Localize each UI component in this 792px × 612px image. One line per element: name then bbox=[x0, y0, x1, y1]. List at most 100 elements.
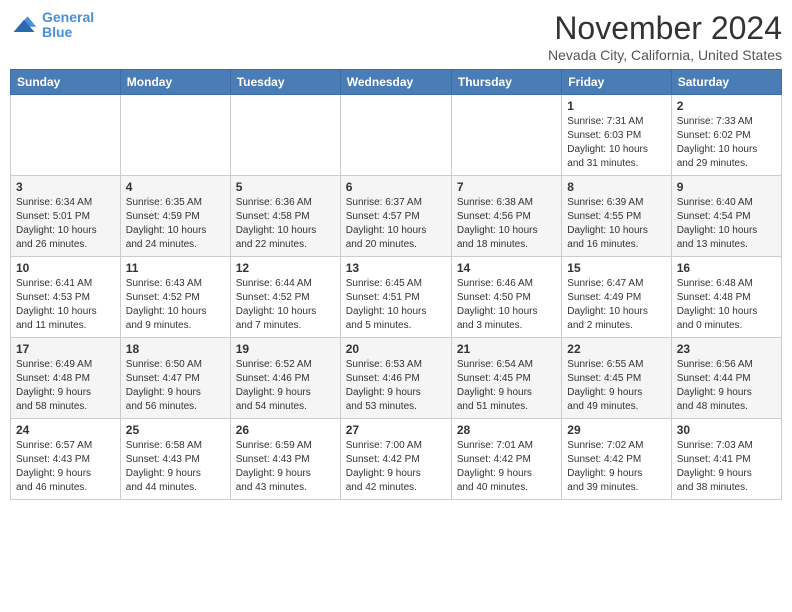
weekday-thursday: Thursday bbox=[451, 70, 561, 95]
calendar-cell bbox=[451, 95, 561, 176]
calendar-cell bbox=[230, 95, 340, 176]
cell-info: Sunrise: 6:46 AMSunset: 4:50 PMDaylight:… bbox=[457, 277, 556, 333]
cell-info: Sunrise: 6:50 AMSunset: 4:47 PMDaylight:… bbox=[126, 358, 225, 414]
day-number: 8 bbox=[567, 180, 665, 194]
cell-info: Sunrise: 6:36 AMSunset: 4:58 PMDaylight:… bbox=[236, 196, 335, 252]
logo: General Blue bbox=[10, 10, 94, 41]
calendar-cell: 25 Sunrise: 6:58 AMSunset: 4:43 PMDayligh… bbox=[120, 419, 230, 500]
day-number: 9 bbox=[677, 180, 776, 194]
cell-info: Sunrise: 7:33 AMSunset: 6:02 PMDaylight:… bbox=[677, 115, 776, 171]
day-number: 14 bbox=[457, 261, 556, 275]
day-number: 18 bbox=[126, 342, 225, 356]
calendar-cell: 29Sunrise: 7:02 AMSunset: 4:42 PMDayligh… bbox=[562, 419, 671, 500]
day-number: 25 bbox=[126, 423, 225, 437]
cell-info: Sunrise: 7:01 AMSunset: 4:42 PMDaylight:… bbox=[457, 439, 556, 495]
calendar-cell: 7 Sunrise: 6:38 AMSunset: 4:56 PMDaylight… bbox=[451, 176, 561, 257]
calendar-cell: 24Sunrise: 6:57 AMSunset: 4:43 PMDayligh… bbox=[11, 419, 121, 500]
week-row-1: 1Sunrise: 7:31 AMSunset: 6:03 PMDaylight… bbox=[11, 95, 782, 176]
day-number: 11 bbox=[126, 261, 225, 275]
cell-info: Sunrise: 6:55 AMSunset: 4:45 PMDaylight:… bbox=[567, 358, 665, 414]
cell-info: Sunrise: 6:56 AMSunset: 4:44 PMDaylight:… bbox=[677, 358, 776, 414]
day-number: 26 bbox=[236, 423, 335, 437]
logo-text: General Blue bbox=[42, 10, 94, 41]
calendar-cell: 4 Sunrise: 6:35 AMSunset: 4:59 PMDaylight… bbox=[120, 176, 230, 257]
calendar-cell: 5Sunrise: 6:36 AMSunset: 4:58 PMDaylight… bbox=[230, 176, 340, 257]
cell-info: Sunrise: 6:41 AMSunset: 4:53 PMDaylight:… bbox=[16, 277, 115, 333]
day-number: 27 bbox=[346, 423, 446, 437]
cell-info: Sunrise: 6:44 AMSunset: 4:52 PMDaylight:… bbox=[236, 277, 335, 333]
week-row-2: 3Sunrise: 6:34 AMSunset: 5:01 PMDaylight… bbox=[11, 176, 782, 257]
cell-info: Sunrise: 6:58 AMSunset: 4:43 PMDaylight:… bbox=[126, 439, 225, 495]
calendar-cell: 14 Sunrise: 6:46 AMSunset: 4:50 PMDayligh… bbox=[451, 257, 561, 338]
day-number: 22 bbox=[567, 342, 665, 356]
calendar-cell: 23Sunrise: 6:56 AMSunset: 4:44 PMDayligh… bbox=[671, 338, 781, 419]
weekday-wednesday: Wednesday bbox=[340, 70, 451, 95]
calendar-cell: 11 Sunrise: 6:43 AMSunset: 4:52 PMDayligh… bbox=[120, 257, 230, 338]
title-block: November 2024 Nevada City, California, U… bbox=[548, 10, 782, 63]
calendar-cell: 28 Sunrise: 7:01 AMSunset: 4:42 PMDayligh… bbox=[451, 419, 561, 500]
calendar-cell: 22 Sunrise: 6:55 AMSunset: 4:45 PMDayligh… bbox=[562, 338, 671, 419]
logo-line1: General bbox=[42, 9, 94, 25]
day-number: 6 bbox=[346, 180, 446, 194]
calendar-cell: 2 Sunrise: 7:33 AMSunset: 6:02 PMDaylight… bbox=[671, 95, 781, 176]
day-number: 28 bbox=[457, 423, 556, 437]
cell-info: Sunrise: 7:03 AMSunset: 4:41 PMDaylight:… bbox=[677, 439, 776, 495]
day-number: 16 bbox=[677, 261, 776, 275]
day-number: 4 bbox=[126, 180, 225, 194]
weekday-monday: Monday bbox=[120, 70, 230, 95]
cell-info: Sunrise: 6:43 AMSunset: 4:52 PMDaylight:… bbox=[126, 277, 225, 333]
calendar-cell: 18 Sunrise: 6:50 AMSunset: 4:47 PMDayligh… bbox=[120, 338, 230, 419]
day-number: 21 bbox=[457, 342, 556, 356]
day-number: 12 bbox=[236, 261, 335, 275]
cell-info: Sunrise: 6:40 AMSunset: 4:54 PMDaylight:… bbox=[677, 196, 776, 252]
cell-info: Sunrise: 6:34 AMSunset: 5:01 PMDaylight:… bbox=[16, 196, 115, 252]
day-number: 13 bbox=[346, 261, 446, 275]
calendar-cell: 9 Sunrise: 6:40 AMSunset: 4:54 PMDaylight… bbox=[671, 176, 781, 257]
calendar-cell: 19 Sunrise: 6:52 AMSunset: 4:46 PMDayligh… bbox=[230, 338, 340, 419]
cell-info: Sunrise: 7:31 AMSunset: 6:03 PMDaylight:… bbox=[567, 115, 665, 171]
day-number: 17 bbox=[16, 342, 115, 356]
day-number: 15 bbox=[567, 261, 665, 275]
cell-info: Sunrise: 6:38 AMSunset: 4:56 PMDaylight:… bbox=[457, 196, 556, 252]
calendar-cell: 30Sunrise: 7:03 AMSunset: 4:41 PMDayligh… bbox=[671, 419, 781, 500]
calendar-cell: 8 Sunrise: 6:39 AMSunset: 4:55 PMDaylight… bbox=[562, 176, 671, 257]
calendar-cell: 20 Sunrise: 6:53 AMSunset: 4:46 PMDayligh… bbox=[340, 338, 451, 419]
day-number: 2 bbox=[677, 99, 776, 113]
calendar-cell: 27Sunrise: 7:00 AMSunset: 4:42 PMDayligh… bbox=[340, 419, 451, 500]
calendar-cell: 26 Sunrise: 6:59 AMSunset: 4:43 PMDayligh… bbox=[230, 419, 340, 500]
calendar: SundayMondayTuesdayWednesdayThursdayFrid… bbox=[10, 69, 782, 500]
cell-info: Sunrise: 6:59 AMSunset: 4:43 PMDaylight:… bbox=[236, 439, 335, 495]
page-header: General Blue November 2024 Nevada City, … bbox=[10, 10, 782, 63]
week-row-5: 24Sunrise: 6:57 AMSunset: 4:43 PMDayligh… bbox=[11, 419, 782, 500]
calendar-cell: 1Sunrise: 7:31 AMSunset: 6:03 PMDaylight… bbox=[562, 95, 671, 176]
location: Nevada City, California, United States bbox=[548, 47, 782, 63]
calendar-cell: 17 Sunrise: 6:49 AMSunset: 4:48 PMDayligh… bbox=[11, 338, 121, 419]
day-number: 20 bbox=[346, 342, 446, 356]
day-number: 7 bbox=[457, 180, 556, 194]
cell-info: Sunrise: 6:47 AMSunset: 4:49 PMDaylight:… bbox=[567, 277, 665, 333]
logo-icon bbox=[10, 11, 38, 39]
cell-info: Sunrise: 6:57 AMSunset: 4:43 PMDaylight:… bbox=[16, 439, 115, 495]
calendar-cell: 6 Sunrise: 6:37 AMSunset: 4:57 PMDaylight… bbox=[340, 176, 451, 257]
cell-info: Sunrise: 6:39 AMSunset: 4:55 PMDaylight:… bbox=[567, 196, 665, 252]
day-number: 10 bbox=[16, 261, 115, 275]
day-number: 19 bbox=[236, 342, 335, 356]
calendar-cell: 3Sunrise: 6:34 AMSunset: 5:01 PMDaylight… bbox=[11, 176, 121, 257]
weekday-saturday: Saturday bbox=[671, 70, 781, 95]
cell-info: Sunrise: 6:53 AMSunset: 4:46 PMDaylight:… bbox=[346, 358, 446, 414]
calendar-cell: 10 Sunrise: 6:41 AMSunset: 4:53 PMDayligh… bbox=[11, 257, 121, 338]
cell-info: Sunrise: 6:48 AMSunset: 4:48 PMDaylight:… bbox=[677, 277, 776, 333]
weekday-sunday: Sunday bbox=[11, 70, 121, 95]
cell-info: Sunrise: 6:35 AMSunset: 4:59 PMDaylight:… bbox=[126, 196, 225, 252]
calendar-cell: 21Sunrise: 6:54 AMSunset: 4:45 PMDayligh… bbox=[451, 338, 561, 419]
calendar-cell bbox=[120, 95, 230, 176]
calendar-cell: 15 Sunrise: 6:47 AMSunset: 4:49 PMDayligh… bbox=[562, 257, 671, 338]
cell-info: Sunrise: 6:52 AMSunset: 4:46 PMDaylight:… bbox=[236, 358, 335, 414]
cell-info: Sunrise: 6:49 AMSunset: 4:48 PMDaylight:… bbox=[16, 358, 115, 414]
calendar-cell: 13Sunrise: 6:45 AMSunset: 4:51 PMDayligh… bbox=[340, 257, 451, 338]
cell-info: Sunrise: 6:37 AMSunset: 4:57 PMDaylight:… bbox=[346, 196, 446, 252]
cell-info: Sunrise: 7:02 AMSunset: 4:42 PMDaylight:… bbox=[567, 439, 665, 495]
calendar-cell: 12 Sunrise: 6:44 AMSunset: 4:52 PMDayligh… bbox=[230, 257, 340, 338]
calendar-cell bbox=[340, 95, 451, 176]
calendar-body: 1Sunrise: 7:31 AMSunset: 6:03 PMDaylight… bbox=[11, 95, 782, 500]
